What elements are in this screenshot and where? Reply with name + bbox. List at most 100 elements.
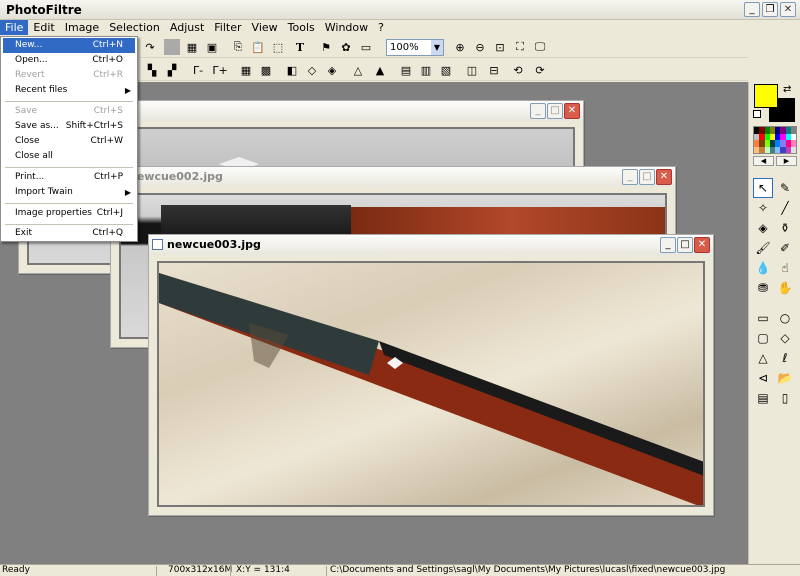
open-shape-icon[interactable]: 📂 (775, 368, 795, 388)
paste-icon[interactable]: 📋 (250, 39, 266, 55)
menu-help[interactable]: ? (373, 20, 389, 35)
advanced-brush-tool-icon[interactable]: ✐ (775, 238, 795, 258)
menu-item-recent-files[interactable]: Recent files ▶ (3, 83, 135, 98)
diamond-select-icon[interactable]: ◇ (775, 328, 795, 348)
maximize-icon[interactable]: □ (639, 169, 655, 185)
mirror-h-icon[interactable]: ◫ (464, 62, 480, 78)
menu-item-exit[interactable]: Exit Ctrl+Q (3, 226, 135, 241)
sharpen-more-icon[interactable]: ▲ (372, 62, 388, 78)
chevron-down-icon[interactable]: ▼ (431, 40, 443, 55)
menu-tools[interactable]: Tools (283, 20, 320, 35)
stamp-tool-icon[interactable]: ⛃ (753, 278, 773, 298)
swap-colors-icon[interactable]: ⇄ (783, 84, 791, 95)
minimize-icon[interactable]: _ (530, 103, 546, 119)
plugin-icon[interactable]: ✿ (338, 39, 354, 55)
sky-gradient-icon[interactable]: ▥ (418, 62, 434, 78)
maximize-icon[interactable]: □ (677, 237, 693, 253)
smudge-tool-icon[interactable]: ☝ (775, 258, 795, 278)
menu-view[interactable]: View (247, 20, 283, 35)
menu-item-close-all[interactable]: Close all (3, 149, 135, 164)
fullscreen-icon[interactable]: 🖵 (532, 39, 548, 55)
lasso-select-icon[interactable]: ℓ (775, 348, 795, 368)
color-bias-icon[interactable]: ▧ (438, 62, 454, 78)
color-palette-grid[interactable] (753, 126, 797, 154)
minimize-button[interactable]: _ (744, 2, 760, 17)
ellipse-select-icon[interactable]: ○ (775, 308, 795, 328)
window-2-title-bar[interactable]: newcue002.jpg _ □ ✕ (111, 167, 675, 187)
minimize-icon[interactable]: _ (660, 237, 676, 253)
explorer-icon[interactable]: ⚑ (318, 39, 334, 55)
menu-item-save-as[interactable]: Save as... Shift+Ctrl+S (3, 119, 135, 134)
close-icon[interactable]: ✕ (694, 237, 710, 253)
copy-icon[interactable]: ⎘ (230, 39, 246, 55)
rotate-right-icon[interactable]: ⟳ (532, 62, 548, 78)
fill-selection-icon[interactable]: ▤ (753, 388, 773, 408)
gradient-icon[interactable]: ▤ (398, 62, 414, 78)
maximize-icon[interactable]: □ (547, 103, 563, 119)
restore-button[interactable]: ❐ (762, 2, 778, 17)
menu-adjust[interactable]: Adjust (165, 20, 209, 35)
palette-next-icon[interactable]: ▶ (776, 156, 797, 166)
gamma-minus-icon[interactable]: Γ- (190, 62, 206, 78)
fit-window-icon[interactable]: ⛶ (512, 39, 528, 55)
zoom-in-icon[interactable]: ⊕ (452, 39, 468, 55)
rounded-rect-select-icon[interactable]: ▢ (753, 328, 773, 348)
menu-item-close[interactable]: Close Ctrl+W (3, 134, 135, 149)
brush-tool-icon[interactable]: 🖌 (753, 238, 773, 258)
close-icon[interactable]: ✕ (564, 103, 580, 119)
image-canvas-3[interactable] (157, 261, 705, 507)
zoom-select[interactable]: 100% ▼ (386, 39, 444, 56)
zoom-out-icon[interactable]: ⊖ (472, 39, 488, 55)
transparency-icon[interactable]: ▣ (204, 39, 220, 55)
close-icon[interactable]: ✕ (656, 169, 672, 185)
sharpen-icon[interactable]: ◈ (324, 62, 340, 78)
menu-file[interactable]: File (0, 20, 29, 35)
reset-colors-icon[interactable] (753, 110, 761, 118)
actual-size-icon[interactable]: ⊡ (492, 39, 508, 55)
minimize-icon[interactable]: _ (622, 169, 638, 185)
auto-levels-icon[interactable]: ▚ (144, 62, 160, 78)
menu-edit[interactable]: Edit (28, 20, 59, 35)
menu-filter[interactable]: Filter (209, 20, 246, 35)
hand-tool-icon[interactable]: ✋ (775, 278, 795, 298)
gamma-plus-icon[interactable]: Γ+ (212, 62, 228, 78)
auto-contrast-icon[interactable]: ▞ (164, 62, 180, 78)
fill-tool-icon[interactable]: ◈ (753, 218, 773, 238)
spray-tool-icon[interactable]: ⚱ (775, 218, 795, 238)
window-icon[interactable]: ▭ (358, 39, 374, 55)
close-button[interactable]: ✕ (780, 2, 796, 17)
line-tool-icon[interactable]: ╱ (775, 198, 795, 218)
menu-item-new[interactable]: New... Ctrl+N (3, 38, 135, 53)
menu-item-open[interactable]: Open... Ctrl+O (3, 53, 135, 68)
rotate-left-icon[interactable]: ⟲ (510, 62, 526, 78)
palette-prev-icon[interactable]: ◀ (753, 156, 774, 166)
redo-icon[interactable]: ↷ (142, 39, 158, 55)
blur-tool-icon[interactable]: 💧 (753, 258, 773, 278)
mirror-v-icon[interactable]: ⊟ (486, 62, 502, 78)
hue-icon[interactable]: ▩ (258, 62, 274, 78)
eyedropper-tool-icon[interactable]: ✎ (775, 178, 795, 198)
foreground-color-swatch[interactable] (754, 84, 778, 108)
magic-wand-tool-icon[interactable]: ✧ (753, 198, 773, 218)
grayscale-icon[interactable] (164, 39, 180, 55)
menu-selection[interactable]: Selection (104, 20, 165, 35)
window-3-title-bar[interactable]: newcue003.jpg _ □ ✕ (149, 235, 713, 255)
saturation-icon[interactable]: ▦ (238, 62, 254, 78)
menu-window[interactable]: Window (320, 20, 373, 35)
menu-item-image-properties[interactable]: Image properties Ctrl+J (3, 206, 135, 221)
blur-more-icon[interactable]: △ (350, 62, 366, 78)
image-window-3[interactable]: newcue003.jpg _ □ ✕ (148, 234, 714, 516)
outline-selection-icon[interactable]: ▯ (775, 388, 795, 408)
color-depth-icon[interactable]: ▦ (184, 39, 200, 55)
blur-icon[interactable]: ◇ (304, 62, 320, 78)
rectangle-select-icon[interactable]: ▭ (753, 308, 773, 328)
flip-icon[interactable]: ◧ (284, 62, 300, 78)
triangle-select-icon[interactable]: △ (753, 348, 773, 368)
text-icon[interactable]: T (292, 39, 308, 55)
menu-item-import-twain[interactable]: Import Twain ▶ (3, 185, 135, 200)
crop-icon[interactable]: ⬚ (270, 39, 286, 55)
polygon-select-icon[interactable]: ⊲ (753, 368, 773, 388)
menu-image[interactable]: Image (60, 20, 104, 35)
pointer-tool-icon[interactable]: ↖ (753, 178, 773, 198)
menu-item-print[interactable]: Print... Ctrl+P (3, 170, 135, 185)
